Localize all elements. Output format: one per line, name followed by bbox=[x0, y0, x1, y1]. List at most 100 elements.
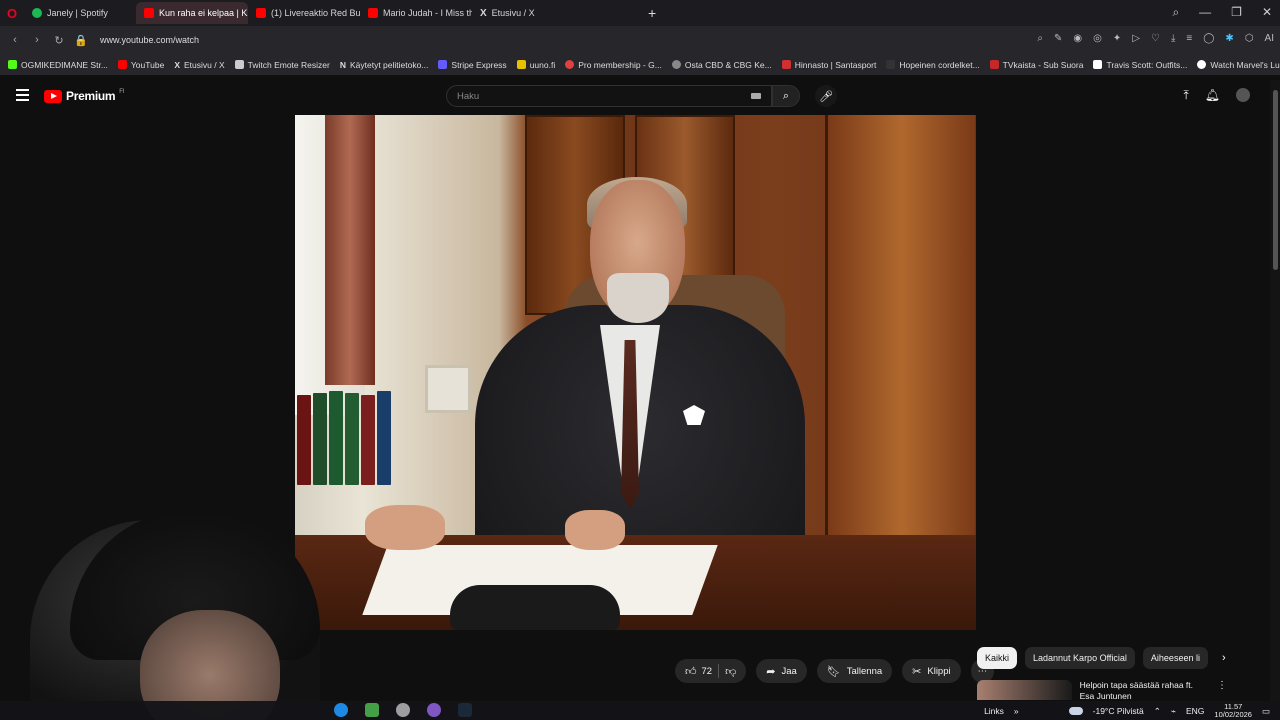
chevron-right-icon[interactable]: » bbox=[1014, 706, 1019, 716]
search-button[interactable]: ⌕ bbox=[772, 85, 800, 107]
bookmark-item[interactable]: Twitch Emote Resizer bbox=[234, 60, 330, 70]
network-icon[interactable]: ⌁ bbox=[1171, 706, 1176, 717]
bookmark-item[interactable]: Osta CBD & CBG Ke... bbox=[671, 59, 772, 70]
bookmark-label: Stripe Express bbox=[451, 59, 507, 70]
bookmark-item[interactable]: Hopeinen cordelket... bbox=[886, 60, 980, 70]
new-tab-button[interactable]: + bbox=[648, 5, 656, 21]
video-player[interactable] bbox=[295, 115, 976, 630]
play-icon[interactable]: ▷ bbox=[1132, 33, 1140, 44]
youtube-premium-logo[interactable]: Premium FI bbox=[44, 89, 125, 103]
tab-spotify[interactable]: Janely | Spotify bbox=[24, 2, 136, 24]
video-frame-book bbox=[361, 395, 375, 485]
recommended-video[interactable]: Helpoin tapa säästää rahaa ft. Esa Juntu… bbox=[977, 680, 1227, 701]
chevron-up-icon[interactable]: ⌃ bbox=[1154, 706, 1161, 717]
scrollbar-thumb[interactable] bbox=[1273, 90, 1278, 270]
ai-icon[interactable]: AI bbox=[1265, 33, 1274, 44]
green-app-icon[interactable] bbox=[365, 703, 379, 717]
find-icon[interactable]: ⌕ bbox=[1037, 33, 1043, 44]
reload-icon[interactable]: ↻ bbox=[48, 34, 70, 47]
avatar[interactable] bbox=[1236, 88, 1250, 102]
save-button[interactable]: 🔖︎ Tallenna bbox=[816, 659, 893, 683]
restore-icon[interactable]: ❐ bbox=[1231, 5, 1242, 20]
video-frame-telephone bbox=[450, 585, 620, 630]
back-icon[interactable]: ‹ bbox=[4, 34, 26, 46]
chip-all[interactable]: Kaikki bbox=[977, 647, 1018, 669]
edit-icon[interactable]: ✎ bbox=[1054, 33, 1062, 44]
bookmark-label: Käytetyt pelitietoko... bbox=[349, 59, 429, 70]
download-icon[interactable]: ⤓ bbox=[1171, 33, 1175, 44]
bookmark-item[interactable]: Pro membership - G... bbox=[565, 60, 662, 70]
vpn-icon[interactable]: ◎ bbox=[1093, 33, 1102, 44]
opera-logo-icon[interactable]: O bbox=[0, 6, 24, 21]
app-icon[interactable] bbox=[396, 703, 410, 717]
links-toolbar[interactable]: Links bbox=[984, 706, 1004, 716]
santasport-icon bbox=[781, 60, 791, 69]
address-bar-tools: ⌕ ✎ ◉ ◎ ✦ ▷ ♡ ⤓ ≡ ◯ ✱ ⬡ AI bbox=[1037, 33, 1274, 44]
share-icon: ➦ bbox=[766, 665, 776, 678]
chevron-right-icon[interactable]: › bbox=[1222, 652, 1226, 664]
chip-related[interactable]: Aiheeseen li bbox=[1142, 647, 1208, 669]
upload-icon[interactable]: ⤒ bbox=[1183, 88, 1188, 103]
close-icon[interactable]: ✕ bbox=[1262, 5, 1272, 20]
search-input[interactable]: Haku bbox=[446, 85, 772, 107]
page-icon bbox=[234, 60, 244, 69]
list-icon[interactable]: ≡ bbox=[1186, 33, 1192, 44]
share-button[interactable]: ➦ Jaa bbox=[756, 659, 807, 683]
n-logo-icon: N bbox=[339, 59, 346, 70]
profile-icon[interactable]: ◯ bbox=[1203, 33, 1214, 44]
hamburger-menu-icon[interactable] bbox=[16, 89, 29, 104]
bookmark-item[interactable]: YouTube bbox=[117, 59, 165, 70]
minimize-icon[interactable]: — bbox=[1199, 5, 1211, 20]
bookmark-item[interactable]: Stripe Express bbox=[438, 59, 507, 70]
bookmark-item[interactable]: Hinnasto | Santasport bbox=[781, 60, 876, 70]
search-tabs-icon[interactable]: ⌕ bbox=[1172, 5, 1179, 20]
extension-icon[interactable]: ✦ bbox=[1113, 33, 1121, 44]
heart-icon[interactable]: ♡ bbox=[1151, 33, 1160, 44]
bookmark-item[interactable]: Watch Marvel's Luk... bbox=[1197, 60, 1280, 70]
tab-livereaktio[interactable]: (1) Livereaktio Red Bullin bbox=[248, 2, 360, 24]
browser-app-icon[interactable] bbox=[334, 703, 348, 717]
bookmark-item[interactable]: Travis Scott: Outfits... bbox=[1093, 60, 1187, 70]
forward-icon[interactable]: › bbox=[26, 34, 48, 46]
translate-icon[interactable]: ✱ bbox=[1225, 33, 1233, 44]
tab-youtube-active[interactable]: Kun raha ei kelpaa | K bbox=[136, 2, 248, 24]
bookmark-label: Osta CBD & CBG Ke... bbox=[684, 59, 772, 70]
recommended-thumbnail[interactable] bbox=[977, 680, 1072, 700]
tab-title: Kun raha ei kelpaa | K bbox=[159, 8, 248, 18]
uuno-icon bbox=[516, 60, 526, 69]
bookmark-item[interactable]: X Etusivu / X bbox=[174, 60, 224, 70]
lock-icon: 🔒 bbox=[74, 34, 88, 47]
bookmark-item[interactable]: N Käytetyt pelitietoko... bbox=[340, 60, 429, 70]
globe-icon bbox=[1197, 60, 1207, 69]
video-frame-book bbox=[329, 391, 343, 485]
steam-icon[interactable] bbox=[458, 703, 472, 717]
clock[interactable]: 11.57 10/02/2026 bbox=[1214, 703, 1252, 719]
keyboard-icon[interactable] bbox=[751, 93, 761, 99]
url-field[interactable]: www.youtube.com/watch bbox=[100, 35, 199, 45]
tab-x[interactable]: X Etusivu / X bbox=[472, 2, 584, 24]
chip-uploader[interactable]: Ladannut Karpo Official bbox=[1025, 647, 1135, 669]
language-indicator[interactable]: ENG bbox=[1186, 706, 1204, 716]
bookmark-item[interactable]: OGMIKEDIMANE Str... bbox=[8, 60, 108, 70]
weather-status[interactable]: -19°C Pilvistä bbox=[1093, 706, 1144, 716]
purple-app-icon[interactable] bbox=[427, 703, 441, 717]
dislike-icon[interactable]: 👎︎ bbox=[725, 665, 736, 678]
divider bbox=[718, 664, 720, 678]
globe-icon bbox=[671, 60, 681, 69]
like-button[interactable]: 👍︎ 72 bbox=[685, 665, 712, 678]
clip-button[interactable]: ✂ Klippi bbox=[902, 659, 961, 683]
bookmark-item[interactable]: TVkaista - Sub Suora bbox=[989, 60, 1083, 70]
tab-mario-judah[interactable]: Mario Judah - I Miss the R bbox=[360, 2, 472, 24]
bookmark-item[interactable]: uuno.fi bbox=[516, 60, 555, 70]
kebab-menu-icon[interactable]: ⋮ bbox=[1217, 680, 1227, 700]
notifications-bell-icon[interactable]: 🔔︎ bbox=[1205, 88, 1220, 103]
voice-search-button[interactable]: 🎤︎ bbox=[815, 85, 837, 107]
recommended-title[interactable]: Helpoin tapa säästää rahaa ft. Esa Juntu… bbox=[1080, 680, 1209, 701]
bookmark-label: Etusivu / X bbox=[183, 59, 225, 70]
camera-icon[interactable]: ◉ bbox=[1073, 33, 1082, 44]
cube-icon[interactable]: ⬡ bbox=[1245, 33, 1254, 44]
bookmark-label: YouTube bbox=[130, 59, 165, 70]
notification-icon[interactable]: ▭ bbox=[1262, 706, 1270, 717]
country-code: FI bbox=[119, 89, 125, 95]
stripe-icon bbox=[438, 60, 448, 69]
